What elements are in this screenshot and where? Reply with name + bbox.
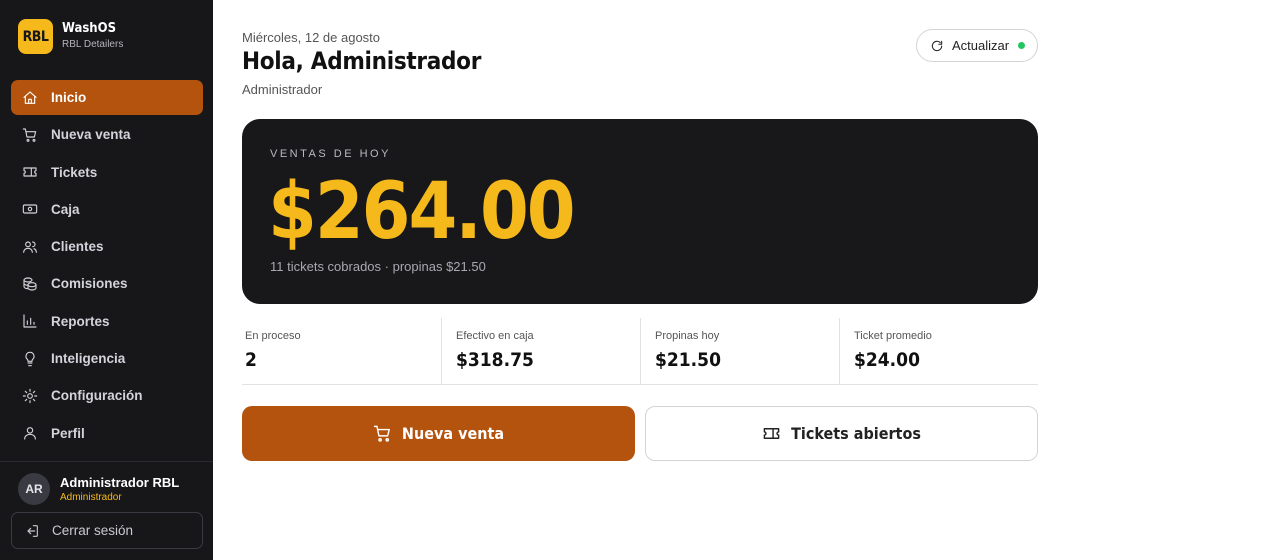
daily-sales-label: VENTAS DE HOY: [270, 148, 391, 160]
refresh-button[interactable]: Actualizar: [916, 29, 1038, 62]
sidebar-item-configuracion[interactable]: Configuración: [11, 378, 203, 413]
sidebar-item-label: Caja: [51, 201, 80, 217]
sidebar-item-label: Perfil: [51, 425, 85, 441]
logout-label: Cerrar sesión: [52, 523, 134, 538]
sidebar-item-perfil[interactable]: Perfil: [11, 416, 203, 451]
brand[interactable]: RBL WashOS RBL Detailers: [18, 19, 123, 54]
stat-label: Efectivo en caja: [456, 330, 534, 342]
sidebar-item-label: Tickets: [51, 164, 98, 180]
sidebar-item-label: Clientes: [51, 239, 104, 255]
user-icon: [22, 425, 38, 441]
ticket-icon: [763, 428, 780, 439]
coins-icon: [22, 276, 38, 292]
cart-icon: [373, 425, 390, 442]
settings-icon: [22, 388, 38, 404]
user-role: Administrador: [60, 491, 122, 503]
user-role-subtitle: Administrador: [242, 82, 323, 97]
sidebar-item-label: Inicio: [51, 90, 87, 105]
brand-name: WashOS: [62, 21, 116, 36]
stats-row: En proceso 2 Efectivo en caja $318.75 Pr…: [242, 318, 1038, 385]
sidebar-item-nueva-venta[interactable]: Nueva venta: [11, 117, 203, 152]
sidebar-item-label: Reportes: [51, 313, 110, 329]
refresh-icon: [931, 40, 943, 51]
stat-value: 2: [245, 349, 257, 371]
chart-icon: [22, 313, 38, 329]
brand-logo: RBL: [18, 19, 53, 54]
user-name: Administrador RBL: [60, 474, 180, 490]
stat-efectivo-en-caja: Efectivo en caja $318.75: [441, 318, 640, 384]
stat-propinas-hoy: Propinas hoy $21.50: [640, 318, 839, 384]
sidebar-item-inicio[interactable]: Inicio: [11, 80, 203, 115]
cash-icon: [22, 201, 38, 217]
current-date: Miércoles, 12 de agosto: [242, 30, 381, 45]
stat-label: Propinas hoy: [655, 330, 720, 342]
cart-icon: [22, 127, 38, 143]
sidebar-item-label: Inteligencia: [51, 351, 126, 367]
sidebar-item-label: Nueva venta: [51, 127, 131, 143]
stat-ticket-promedio: Ticket promedio $24.00: [839, 318, 1038, 384]
sidebar-item-clientes[interactable]: Clientes: [11, 229, 203, 264]
sidebar-item-inteligencia[interactable]: Inteligencia: [11, 341, 203, 376]
sidebar-item-label: Comisiones: [51, 276, 128, 292]
brand-subtitle: RBL Detailers: [62, 39, 124, 50]
status-dot: [1018, 42, 1026, 49]
daily-sales-amount: $264.00: [268, 167, 576, 257]
page-title: Hola, Administrador: [242, 47, 482, 75]
sidebar: RBL WashOS RBL Detailers Inicio Nueva ve…: [0, 0, 213, 560]
home-icon: [22, 90, 38, 106]
sidebar-nav: Inicio Nueva venta Tickets Caja Clientes…: [11, 80, 203, 453]
stat-value: $21.50: [655, 349, 721, 371]
stat-label: En proceso: [245, 330, 301, 342]
sidebar-item-label: Configuración: [51, 388, 143, 404]
stat-label: Ticket promedio: [854, 330, 932, 342]
avatar: AR: [18, 473, 50, 505]
user-profile: AR Administrador RBL Administrador: [18, 473, 179, 505]
stat-value: $318.75: [456, 349, 534, 371]
daily-sales-summary: 11 tickets cobrados · propinas $21.50: [270, 259, 486, 274]
sidebar-divider: [0, 461, 213, 462]
daily-sales-card: VENTAS DE HOY $264.00 11 tickets cobrado…: [242, 119, 1038, 304]
new-sale-button[interactable]: Nueva venta: [242, 406, 635, 461]
open-tickets-button[interactable]: Tickets abiertos: [645, 406, 1038, 461]
refresh-label: Actualizar: [952, 38, 1010, 53]
ticket-icon: [22, 164, 38, 180]
sidebar-item-tickets[interactable]: Tickets: [11, 155, 203, 190]
open-tickets-label: Tickets abiertos: [791, 424, 921, 443]
logout-button[interactable]: Cerrar sesión: [11, 512, 203, 549]
lightbulb-icon: [22, 351, 38, 367]
sidebar-item-comisiones[interactable]: Comisiones: [11, 266, 203, 301]
stat-en-proceso: En proceso 2: [242, 318, 441, 384]
sidebar-item-caja[interactable]: Caja: [11, 192, 203, 227]
users-icon: [22, 239, 38, 255]
sidebar-item-reportes[interactable]: Reportes: [11, 304, 203, 339]
new-sale-label: Nueva venta: [401, 424, 505, 443]
logout-icon: [27, 524, 38, 537]
stat-value: $24.00: [854, 349, 920, 371]
